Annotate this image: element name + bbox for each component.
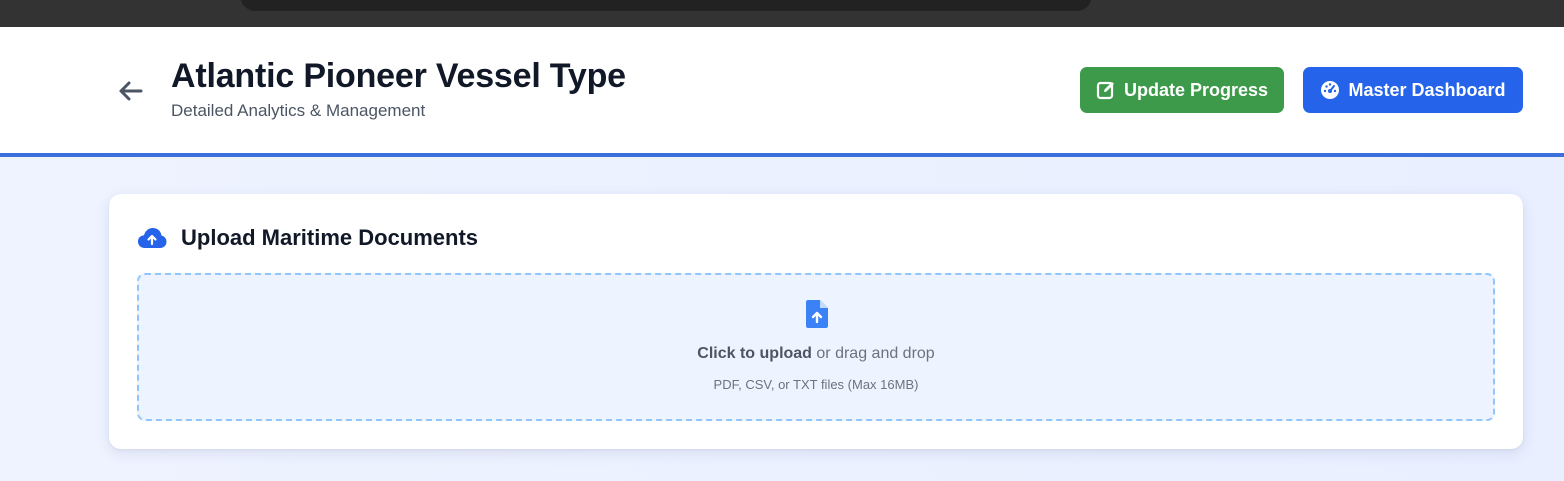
click-to-upload-link[interactable]: Click to upload (697, 345, 812, 362)
edit-icon (1096, 80, 1116, 100)
dashboard-gauge-icon (1320, 80, 1340, 100)
page-header: Atlantic Pioneer Vessel Type Detailed An… (0, 27, 1564, 157)
main-content: Upload Maritime Documents Click to uploa… (0, 157, 1564, 481)
update-progress-label: Update Progress (1123, 79, 1269, 100)
browser-pill (240, 0, 1092, 11)
back-button[interactable] (113, 76, 147, 106)
page-subtitle: Detailed Analytics & Management (171, 101, 426, 120)
upload-card-title: Upload Maritime Documents (181, 225, 479, 250)
file-dropzone[interactable]: Click to upload or drag and drop PDF, CS… (137, 273, 1495, 421)
dropzone-instructions: Click to upload or drag and drop (139, 345, 1493, 363)
drag-drop-text: or drag and drop (811, 345, 935, 362)
master-dashboard-button[interactable]: Master Dashboard (1303, 67, 1523, 113)
upload-card-header: Upload Maritime Documents (137, 224, 478, 252)
file-upload-icon (806, 300, 828, 328)
page-title: Atlantic Pioneer Vessel Type (171, 57, 626, 95)
arrow-left-icon (119, 81, 143, 101)
upload-card: Upload Maritime Documents Click to uploa… (109, 194, 1523, 449)
cloud-upload-icon (138, 228, 167, 248)
update-progress-button[interactable]: Update Progress (1080, 67, 1284, 113)
browser-top-strip (0, 0, 1564, 27)
file-type-hint: PDF, CSV, or TXT files (Max 16MB) (713, 377, 919, 392)
master-dashboard-label: Master Dashboard (1348, 79, 1506, 100)
